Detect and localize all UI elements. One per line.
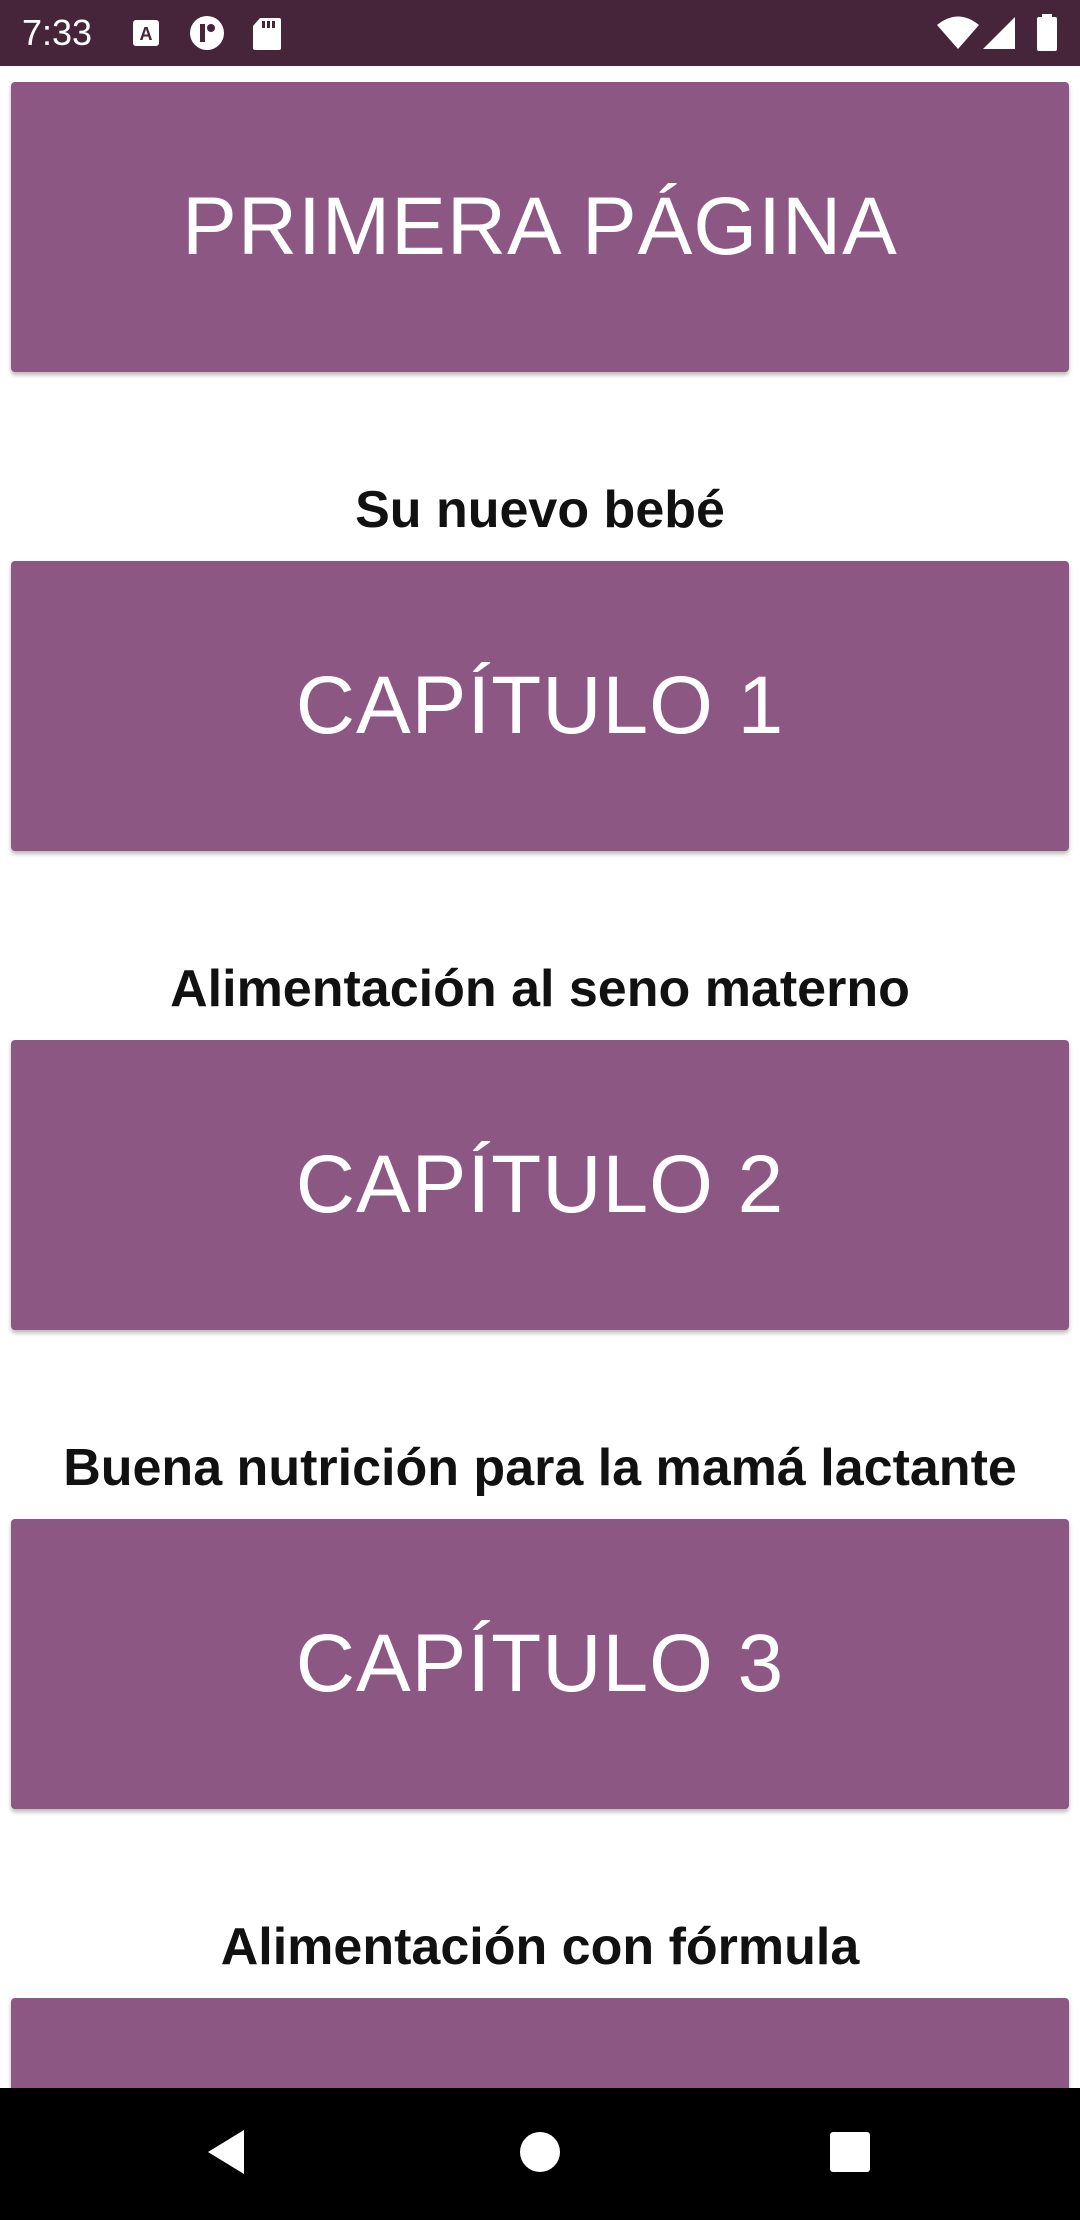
- navigation-bar: [0, 2088, 1080, 2220]
- chapter-4-button[interactable]: [11, 1998, 1069, 2088]
- chapter-1-button[interactable]: CAPÍTULO 1: [11, 561, 1069, 851]
- section-subtitle: Alimentación con fórmula: [220, 1918, 860, 1976]
- chapter-2-button[interactable]: CAPÍTULO 2: [11, 1040, 1069, 1330]
- chapter-3-button[interactable]: CAPÍTULO 3: [11, 1519, 1069, 1809]
- keyboard-a-icon: A: [130, 17, 162, 54]
- section-subtitle: Alimentación al seno materno: [170, 960, 910, 1018]
- recents-icon: [829, 2131, 871, 2178]
- home-button[interactable]: [480, 2088, 600, 2220]
- status-bar: 7:33 A: [0, 0, 1080, 66]
- recents-button[interactable]: [790, 2088, 910, 2220]
- back-icon: [204, 2128, 248, 2181]
- status-time: 7:33: [22, 12, 93, 53]
- section-subtitle: Su nuevo bebé: [355, 481, 725, 539]
- battery-icon: [1036, 14, 1058, 57]
- home-icon: [518, 2130, 562, 2179]
- notification-app-icon: [188, 14, 226, 57]
- sd-card-icon: [252, 17, 282, 56]
- cellular-signal-icon: [982, 16, 1016, 55]
- svg-text:A: A: [140, 24, 153, 44]
- chapter-list[interactable]: PRIMERA PÁGINA Su nuevo bebé CAPÍTULO 1 …: [0, 66, 1080, 2088]
- section-subtitle: Buena nutrición para la mamá lactante: [63, 1439, 1017, 1497]
- back-button[interactable]: [166, 2088, 286, 2220]
- primera-pagina-button[interactable]: PRIMERA PÁGINA: [11, 82, 1069, 372]
- wifi-icon: [936, 16, 980, 55]
